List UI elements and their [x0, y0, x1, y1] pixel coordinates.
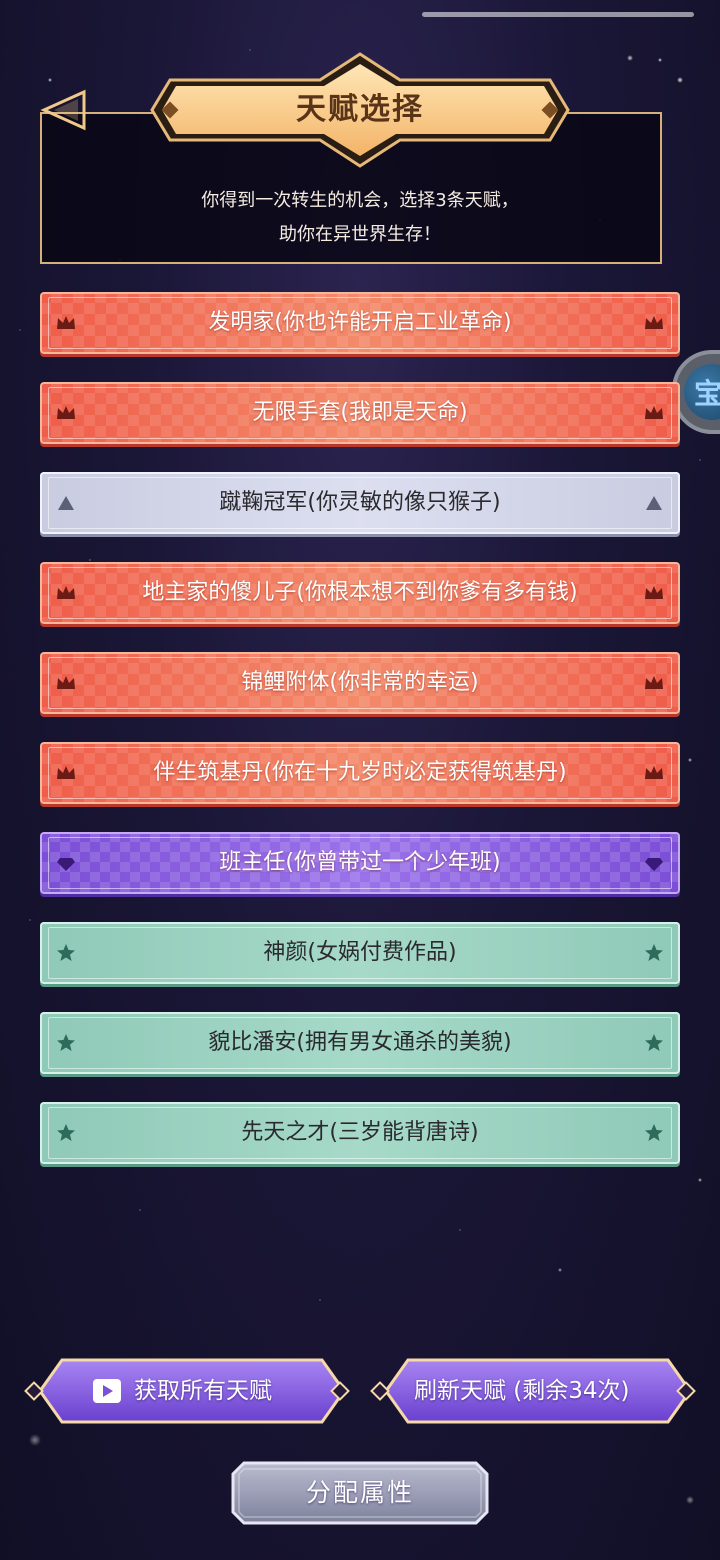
crown-icon: [57, 406, 75, 419]
talent-label: 班主任(你曾带过一个少年班): [219, 850, 501, 875]
crown-icon: [645, 406, 663, 419]
talent-label: 神颜(女娲付费作品): [263, 940, 457, 965]
crown-icon: [645, 766, 663, 779]
title-plate: 天赋选择: [150, 52, 570, 168]
video-ad-icon: [93, 1379, 121, 1403]
get-all-talents-label: 获取所有天赋: [134, 1378, 272, 1404]
star-icon: [57, 1034, 75, 1051]
talent-option[interactable]: 班主任(你曾带过一个少年班): [40, 832, 680, 894]
talent-label: 貌比潘安(拥有男女通杀的美貌): [208, 1030, 512, 1055]
talent-label: 蹴鞠冠军(你灵敏的像只猴子): [219, 490, 501, 515]
page-title: 天赋选择: [296, 92, 424, 127]
talent-option[interactable]: 地主家的傻儿子(你根本想不到你爹有多有钱): [40, 562, 680, 624]
star-icon: [57, 944, 75, 961]
talent-label: 发明家(你也许能开启工业革命): [208, 310, 512, 335]
talent-option[interactable]: 先天之才(三岁能背唐诗): [40, 1102, 680, 1164]
star-icon: [645, 1124, 663, 1141]
crown-icon: [57, 586, 75, 599]
crown-icon: [57, 676, 75, 689]
talent-option[interactable]: 无限手套(我即是天命): [40, 382, 680, 444]
back-button[interactable]: [40, 88, 90, 132]
talent-option[interactable]: 伴生筑基丹(你在十九岁时必定获得筑基丹): [40, 742, 680, 804]
intro-line-2: 助你在异世界生存！: [279, 224, 441, 245]
get-all-talents-button[interactable]: 获取所有天赋: [22, 1356, 352, 1426]
talent-label: 伴生筑基丹(你在十九岁时必定获得筑基丹): [153, 760, 567, 785]
talent-label: 地主家的傻儿子(你根本想不到你爹有多有钱): [142, 580, 578, 605]
talent-option[interactable]: 神颜(女娲付费作品): [40, 922, 680, 984]
talent-option[interactable]: 锦鲤附体(你非常的幸运): [40, 652, 680, 714]
talent-label: 无限手套(我即是天命): [252, 400, 468, 425]
gem-icon: [57, 858, 75, 871]
talent-option[interactable]: 发明家(你也许能开启工业革命): [40, 292, 680, 354]
star-icon: [645, 944, 663, 961]
gem-icon: [645, 858, 663, 871]
talent-option[interactable]: 貌比潘安(拥有男女通杀的美貌): [40, 1012, 680, 1074]
crown-icon: [645, 676, 663, 689]
talent-label: 先天之才(三岁能背唐诗): [241, 1120, 479, 1145]
talent-option[interactable]: 蹴鞠冠军(你灵敏的像只猴子): [40, 472, 680, 534]
crown-icon: [57, 316, 75, 329]
allocate-attributes-label: 分配属性: [305, 1478, 414, 1507]
side-button-glyph: 宝: [694, 377, 720, 410]
home-indicator: [422, 12, 694, 17]
crown-icon: [645, 316, 663, 329]
refresh-talents-button[interactable]: 刷新天赋 (剩余34次): [368, 1356, 698, 1426]
refresh-talents-label: 刷新天赋 (剩余34次): [414, 1378, 630, 1404]
talent-label: 锦鲤附体(你非常的幸运): [241, 670, 479, 695]
crown-icon: [645, 586, 663, 599]
star-icon: [645, 1034, 663, 1051]
star-icon: [57, 1124, 75, 1141]
allocate-attributes-button[interactable]: 分配属性: [230, 1460, 490, 1526]
intro-line-1: 你得到一次转生的机会，选择3条天赋，: [201, 190, 519, 211]
talent-list: 发明家(你也许能开启工业革命) 无限手套(我即是天命) 蹴鞠冠军(你灵敏的像只猴子)…: [40, 292, 680, 1192]
crown-icon: [57, 766, 75, 779]
triangle-icon: [58, 496, 74, 510]
intro-text: 你得到一次转生的机会，选择3条天赋， 助你在异世界生存！: [60, 184, 660, 252]
triangle-icon: [646, 496, 662, 510]
